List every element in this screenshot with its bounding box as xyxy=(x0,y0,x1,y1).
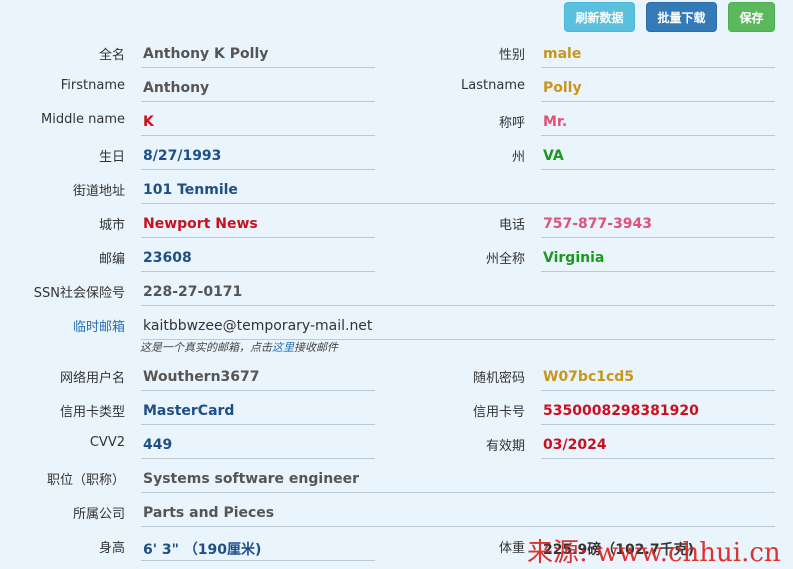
divider xyxy=(541,101,775,102)
row-firstname-lastname: Firstname Anthony Lastname Polly xyxy=(0,70,793,104)
phone-label: 电话 xyxy=(498,218,525,233)
source-watermark: 来源: www.chhui.cn xyxy=(527,538,781,568)
row-fullname-gender: 全名 Anthony K Polly 性别 male xyxy=(0,36,793,70)
password-value[interactable]: W07bc1cd5 xyxy=(543,369,634,385)
firstname-label: Firstname xyxy=(60,78,125,93)
card-type-value[interactable]: MasterCard xyxy=(143,403,234,419)
lastname-value[interactable]: Polly xyxy=(543,80,582,96)
card-number-label: 信用卡号 xyxy=(472,405,525,420)
middlename-value[interactable]: K xyxy=(143,114,154,130)
company-value[interactable]: Parts and Pieces xyxy=(143,505,274,521)
state-full-value[interactable]: Virginia xyxy=(543,250,604,266)
email-receive-link[interactable]: 这里 xyxy=(272,341,294,354)
height-value[interactable]: 6' 3" （190厘米) xyxy=(143,539,261,559)
occupation-value[interactable]: Systems software engineer xyxy=(143,471,359,487)
divider xyxy=(141,237,375,238)
email-note: 这是一个真实的邮箱，点击这里接收邮件 xyxy=(140,339,338,355)
email-note-prefix: 这是一个真实的邮箱，点击 xyxy=(140,341,272,354)
password-label: 随机密码 xyxy=(472,371,525,386)
divider xyxy=(541,169,775,170)
divider xyxy=(141,135,375,136)
firstname-value[interactable]: Anthony xyxy=(143,80,209,96)
divider xyxy=(541,135,775,136)
city-label: 城市 xyxy=(98,218,125,233)
row-ssn: SSN社会保险号 228-27-0171 xyxy=(0,274,793,308)
state-label: 州 xyxy=(511,150,525,165)
occupation-label: 职位（职称） xyxy=(46,473,125,488)
toolbar: 刷新数据 批量下载 保存 xyxy=(564,2,775,32)
divider xyxy=(141,424,375,425)
divider xyxy=(141,390,375,391)
divider xyxy=(141,169,375,170)
row-company: 所属公司 Parts and Pieces xyxy=(0,495,793,529)
row-cvv-expiry: CVV2 449 有效期 03/2024 xyxy=(0,427,793,461)
email-value[interactable]: kaitbbwzee@temporary-mail.net xyxy=(143,318,372,334)
row-card: 信用卡类型 MasterCard 信用卡号 5350008298381920 xyxy=(0,393,793,427)
divider xyxy=(541,424,775,425)
birthday-label: 生日 xyxy=(98,150,125,165)
company-label: 所属公司 xyxy=(72,507,125,522)
street-value[interactable]: 101 Tenmile xyxy=(143,182,238,198)
row-street: 街道地址 101 Tenmile xyxy=(0,172,793,206)
gender-label: 性别 xyxy=(498,48,525,63)
divider xyxy=(541,271,775,272)
divider xyxy=(141,458,375,459)
phone-value[interactable]: 757-877-3943 xyxy=(543,216,652,232)
street-label: 街道地址 xyxy=(72,184,125,199)
row-zipcode-statefull: 邮编 23608 州全称 Virginia xyxy=(0,240,793,274)
ssn-label: SSN社会保险号 xyxy=(33,286,125,301)
lastname-label: Lastname xyxy=(461,78,525,93)
divider xyxy=(141,101,375,102)
zipcode-value[interactable]: 23608 xyxy=(143,250,192,266)
fullname-label: 全名 xyxy=(98,48,125,63)
title-value[interactable]: Mr. xyxy=(543,114,567,130)
state-value[interactable]: VA xyxy=(543,148,564,164)
divider xyxy=(141,67,375,68)
row-city-phone: 城市 Newport News 电话 757-877-3943 xyxy=(0,206,793,240)
email-label[interactable]: 临时邮箱 xyxy=(73,316,125,335)
row-birthday-state: 生日 8/27/1993 州 VA xyxy=(0,138,793,172)
divider xyxy=(541,390,775,391)
divider xyxy=(141,305,775,306)
email-note-suffix: 接收邮件 xyxy=(294,341,338,354)
divider xyxy=(541,237,775,238)
divider xyxy=(141,271,375,272)
cvv-value[interactable]: 449 xyxy=(143,437,172,453)
row-email: 临时邮箱 kaitbbwzee@temporary-mail.net xyxy=(0,308,793,358)
cvv-label: CVV2 xyxy=(89,435,125,450)
expiry-value[interactable]: 03/2024 xyxy=(543,437,607,453)
card-number-value[interactable]: 5350008298381920 xyxy=(543,403,699,419)
username-label: 网络用户名 xyxy=(59,371,125,386)
weight-label: 体重 xyxy=(498,541,525,556)
gender-value[interactable]: male xyxy=(543,46,581,62)
state-full-label: 州全称 xyxy=(485,252,525,267)
divider xyxy=(541,67,775,68)
divider xyxy=(141,492,775,493)
zipcode-label: 邮编 xyxy=(98,252,125,267)
batch-download-button[interactable]: 批量下载 xyxy=(646,2,717,32)
divider xyxy=(541,458,775,459)
expiry-label: 有效期 xyxy=(485,439,525,454)
row-middlename-title: Middle name K 称呼 Mr. xyxy=(0,104,793,138)
row-occupation: 职位（职称） Systems software engineer xyxy=(0,461,793,495)
middlename-label: Middle name xyxy=(41,112,125,127)
save-button[interactable]: 保存 xyxy=(728,2,775,32)
height-label: 身高 xyxy=(98,541,125,556)
divider xyxy=(141,526,775,527)
card-type-label: 信用卡类型 xyxy=(59,405,125,420)
row-username-password: 网络用户名 Wouthern3677 随机密码 W07bc1cd5 xyxy=(0,359,793,393)
birthday-value[interactable]: 8/27/1993 xyxy=(143,148,221,164)
divider xyxy=(141,203,775,204)
city-value[interactable]: Newport News xyxy=(143,216,258,232)
ssn-value[interactable]: 228-27-0171 xyxy=(143,284,242,300)
fullname-value[interactable]: Anthony K Polly xyxy=(143,46,268,62)
refresh-data-button[interactable]: 刷新数据 xyxy=(564,2,635,32)
title-label: 称呼 xyxy=(498,116,525,131)
username-value[interactable]: Wouthern3677 xyxy=(143,369,260,385)
